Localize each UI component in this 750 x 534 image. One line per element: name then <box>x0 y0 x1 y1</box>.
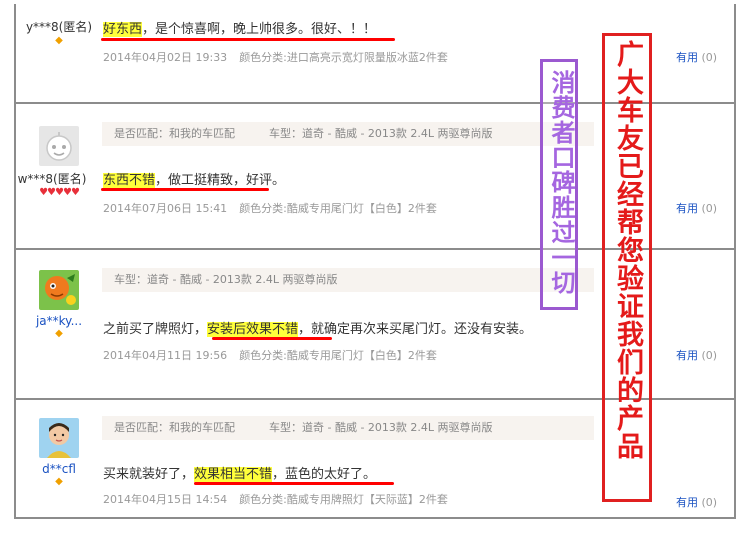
product-spec: 颜色分类:进口高亮示宽灯限量版冰蓝2件套 <box>239 51 448 64</box>
fit-info-bar: 车型：道奇 - 酷威 - 2013款 2.4L 两驱尊尚版 <box>102 268 594 292</box>
red-underline <box>212 337 332 340</box>
review-text: 东西不错，做工挺精致，好评。 <box>103 173 286 188</box>
car-model: 车型：道奇 - 酷威 - 2013款 2.4L 两驱尊尚版 <box>269 421 493 434</box>
useful-button[interactable]: 有用 (0) <box>676 49 717 65</box>
reviewer: d**cfl ◆ <box>16 418 102 488</box>
review-date: 2014年04月11日 19:56 <box>103 349 228 362</box>
avatar <box>39 270 79 310</box>
verified-callout: 广大车友已经帮您验证我们的产品 <box>602 33 652 502</box>
review-text: 买来就装好了，效果相当不错，蓝色的太好了。 <box>103 467 377 482</box>
photo-avatar-icon <box>39 418 79 458</box>
reviewer-name[interactable]: ja**ky... <box>16 314 102 328</box>
reviewer: y***8(匿名) ◆ <box>16 18 102 47</box>
cartoon-avatar-icon <box>39 270 79 310</box>
red-underline <box>101 38 395 41</box>
reviewer-name: y***8(匿名) <box>25 20 93 34</box>
useful-count: (0) <box>701 202 718 215</box>
reviewer: ja**ky... ◆ <box>16 270 102 340</box>
member-level-icon: ♥♥♥♥♥ <box>39 187 80 198</box>
useful-count: (0) <box>701 496 718 509</box>
review-text: 好东西，是个惊喜啊，晚上帅很多。很好、！！ <box>103 22 377 37</box>
useful-button[interactable]: 有用 (0) <box>676 200 717 216</box>
word-of-mouth-callout: 消费者口碑胜过一切 <box>540 59 578 310</box>
car-model: 车型：道奇 - 酷威 - 2013款 2.4L 两驱尊尚版 <box>269 127 493 140</box>
review-date: 2014年07月06日 15:41 <box>103 202 228 215</box>
review-date: 2014年04月15日 14:54 <box>103 493 228 506</box>
red-underline <box>101 188 269 191</box>
review-meta: 2014年07月06日 15:41 颜色分类:酷威专用尾门灯【白色】2件套 <box>103 200 437 216</box>
robot-avatar-icon <box>39 126 79 166</box>
product-spec: 颜色分类:酷威专用牌照灯【天际蓝】2件套 <box>239 493 448 506</box>
review-text: 之前买了牌照灯，安装后效果不错，就确定再次来买尾门灯。还没有安装。 <box>103 322 533 337</box>
member-level-icon: ◆ <box>55 328 63 339</box>
red-underline <box>194 482 394 485</box>
useful-count: (0) <box>701 51 718 64</box>
highlighted-phrase: 安装后效果不错 <box>207 322 299 337</box>
reviewer: w***8(匿名) ♥♥♥♥♥ <box>16 126 102 199</box>
review-meta: 2014年04月02日 19:33 颜色分类:进口高亮示宽灯限量版冰蓝2件套 <box>103 49 448 65</box>
avatar <box>39 418 79 458</box>
match-status: 是否匹配：和我的车匹配 <box>114 127 235 140</box>
member-level-icon: ◆ <box>55 35 63 46</box>
fit-info-bar: 是否匹配：和我的车匹配 车型：道奇 - 酷威 - 2013款 2.4L 两驱尊尚版 <box>102 416 594 440</box>
useful-count: (0) <box>701 349 718 362</box>
product-spec: 颜色分类:酷威专用尾门灯【白色】2件套 <box>239 202 437 215</box>
review-date: 2014年04月02日 19:33 <box>103 51 228 64</box>
match-status: 是否匹配：和我的车匹配 <box>114 421 235 434</box>
review-meta: 2014年04月15日 14:54 颜色分类:酷威专用牌照灯【天际蓝】2件套 <box>103 491 448 507</box>
review-meta: 2014年04月11日 19:56 颜色分类:酷威专用尾门灯【白色】2件套 <box>103 347 437 363</box>
fit-info-bar: 是否匹配：和我的车匹配 车型：道奇 - 酷威 - 2013款 2.4L 两驱尊尚版 <box>102 122 594 146</box>
product-spec: 颜色分类:酷威专用尾门灯【白色】2件套 <box>239 349 437 362</box>
highlighted-phrase: 东西不错 <box>103 173 156 188</box>
callout-text: 广大车友已经帮您验证我们的产品 <box>612 40 643 460</box>
highlighted-phrase: 效果相当不错 <box>194 467 273 482</box>
callout-text: 消费者口碑胜过一切 <box>547 70 575 295</box>
member-level-icon: ◆ <box>55 476 63 487</box>
avatar <box>39 126 79 166</box>
useful-button[interactable]: 有用 (0) <box>676 494 717 510</box>
reviewer-name[interactable]: d**cfl <box>16 462 102 476</box>
useful-button[interactable]: 有用 (0) <box>676 347 717 363</box>
highlighted-phrase: 好东西 <box>103 22 143 37</box>
reviewer-name: w***8(匿名) <box>17 172 87 186</box>
car-model: 车型：道奇 - 酷威 - 2013款 2.4L 两驱尊尚版 <box>114 273 338 286</box>
